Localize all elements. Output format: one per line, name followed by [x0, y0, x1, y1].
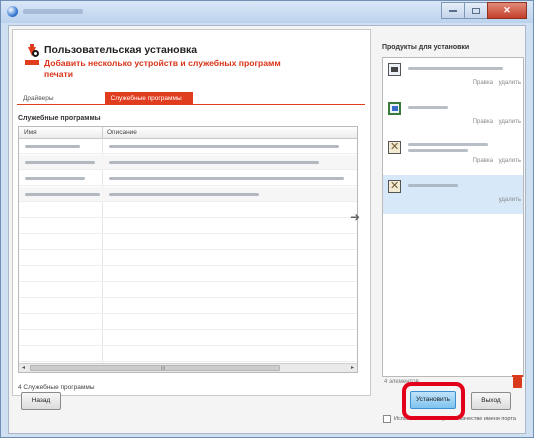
list-item[interactable]: Правка удалить: [383, 136, 523, 175]
products-title: Продукты для установки: [382, 44, 470, 51]
edit-link[interactable]: Правка: [473, 119, 493, 125]
table-row: [19, 235, 357, 250]
use-hostname-checkbox[interactable]: [383, 415, 391, 423]
table-header: Имя Описание: [19, 127, 357, 139]
table-row: [19, 203, 357, 218]
close-button[interactable]: ✕: [487, 2, 527, 19]
list-item[interactable]: Правка удалить: [383, 97, 523, 136]
list-item[interactable]: Правка удалить: [383, 58, 523, 97]
add-arrow-icon[interactable]: ➜: [350, 210, 360, 224]
edit-link[interactable]: Правка: [473, 80, 493, 86]
table-row[interactable]: [19, 155, 357, 170]
custom-install-panel: Пользовательская установка Добавить неск…: [12, 29, 371, 396]
title-bar: ✕: [1, 1, 533, 23]
remove-link[interactable]: удалить: [499, 119, 521, 125]
table-row: [19, 315, 357, 330]
products-panel: Продукты для установки Правка удалить Пр…: [379, 29, 525, 423]
remove-link[interactable]: удалить: [499, 158, 521, 164]
table-row: [19, 283, 357, 298]
utilities-table[interactable]: Имя Описание ◂ III ▸: [18, 126, 358, 373]
item-actions: Правка удалить: [469, 80, 521, 86]
app-icon: [7, 6, 18, 17]
scroll-grip-icon: III: [161, 366, 166, 372]
minimize-button[interactable]: [441, 2, 465, 19]
column-divider: [102, 127, 103, 139]
page-subtitle: Добавить несколько устройств и служебных…: [44, 58, 281, 79]
table-row: [19, 267, 357, 282]
window-client-area: Пользовательская установка Добавить неск…: [8, 25, 526, 434]
column-header-name[interactable]: Имя: [24, 129, 37, 136]
utilities-count: 4 Служебные программы: [18, 384, 95, 391]
back-button[interactable]: Назад: [21, 392, 61, 410]
scroll-thumb[interactable]: III: [30, 365, 280, 372]
tab-underline: [17, 104, 365, 105]
install-icon: [25, 44, 39, 67]
scroll-left-icon[interactable]: ◂: [19, 364, 28, 372]
trash-icon[interactable]: [512, 375, 523, 388]
window-controls: ✕: [441, 2, 527, 19]
table-row: [19, 251, 357, 266]
utilities-section-label: Служебные программы: [18, 115, 101, 122]
tools-icon: [388, 179, 401, 193]
installer-window: ✕ Пользовательская установка Добавить не…: [0, 0, 534, 438]
list-item[interactable]: удалить: [383, 175, 523, 214]
monitor-icon: [388, 102, 401, 115]
table-row[interactable]: [19, 139, 357, 154]
remove-link[interactable]: удалить: [499, 197, 521, 203]
edit-link[interactable]: Правка: [473, 158, 493, 164]
window-title-blurred: [23, 9, 83, 14]
item-actions: Правка удалить: [469, 119, 521, 125]
item-actions: Правка удалить: [469, 158, 521, 164]
scroll-right-icon[interactable]: ▸: [348, 364, 357, 372]
maximize-button[interactable]: [464, 2, 488, 19]
products-list[interactable]: Правка удалить Правка удалить ✕ Правка у…: [382, 57, 524, 377]
table-row: [19, 347, 357, 362]
table-row[interactable]: [19, 171, 357, 186]
printer-icon: [388, 63, 401, 76]
exit-button[interactable]: Выход: [471, 392, 511, 410]
page-title: Пользовательская установка: [44, 44, 198, 56]
horizontal-scrollbar[interactable]: ◂ III ▸: [19, 363, 357, 372]
tools-icon: [388, 140, 401, 154]
table-row: [19, 219, 357, 234]
install-highlight: [402, 382, 465, 420]
table-row[interactable]: [19, 187, 357, 202]
column-header-description[interactable]: Описание: [107, 129, 137, 136]
table-row: [19, 331, 357, 346]
remove-link[interactable]: удалить: [499, 80, 521, 86]
table-row: [19, 299, 357, 314]
item-actions: удалить: [495, 197, 521, 203]
